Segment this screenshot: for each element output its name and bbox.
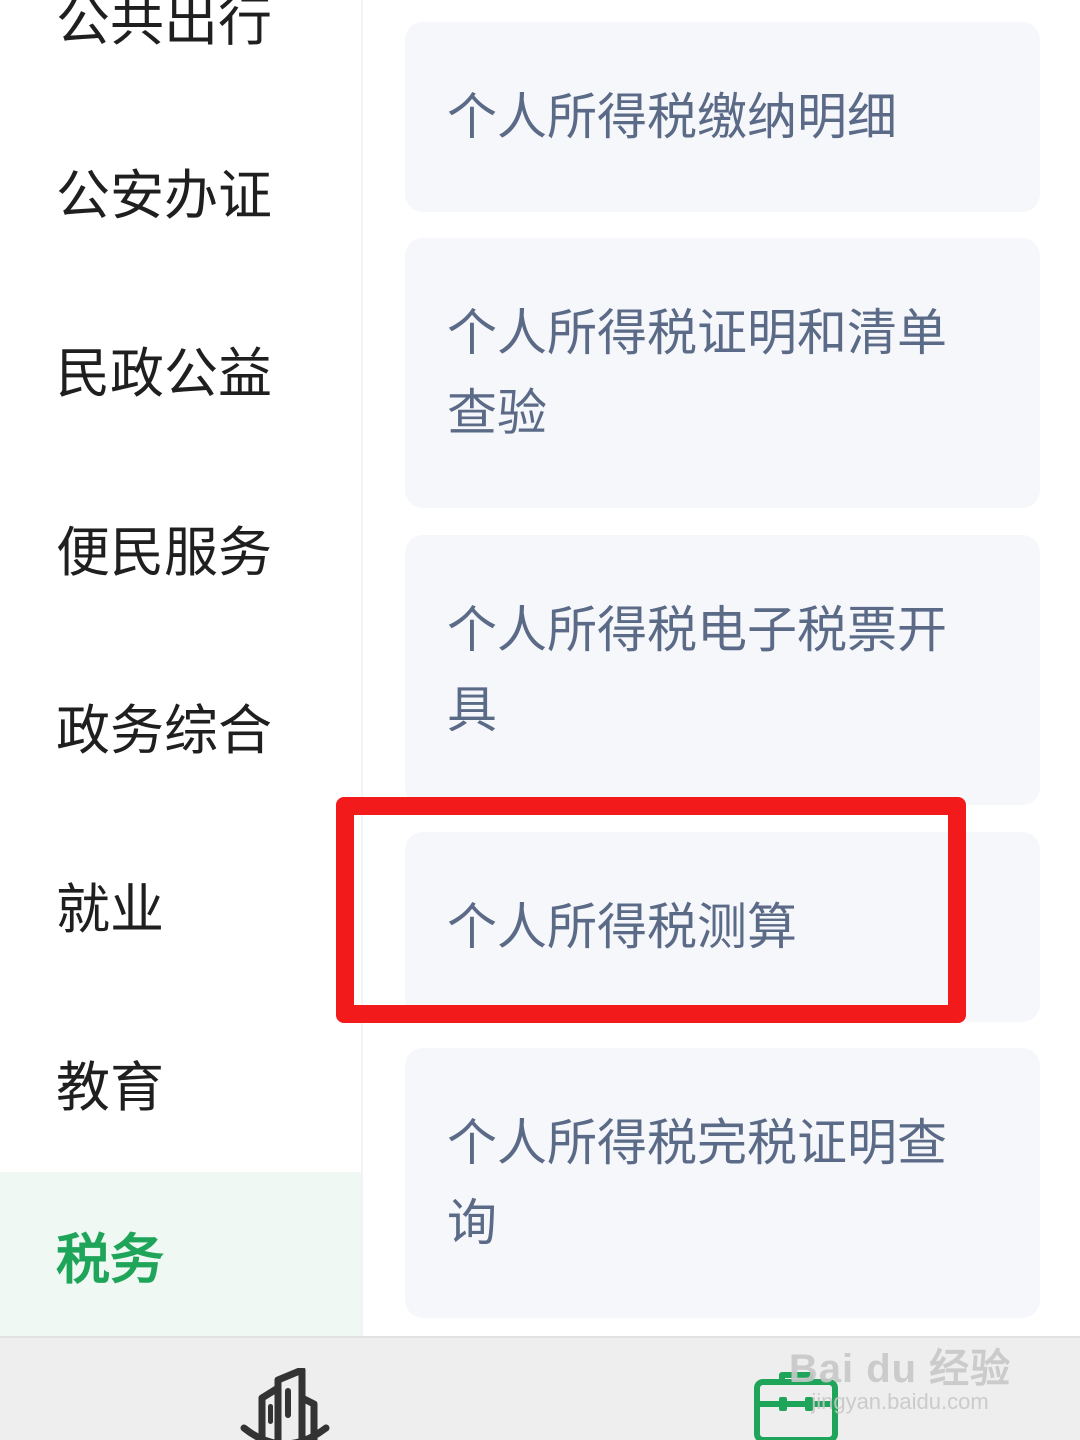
sidebar-item-label: 民政公益 <box>56 341 272 405</box>
bottom-tab-bar: Bai du 经验 jingyan.baidu.com <box>0 1336 1080 1440</box>
sidebar-item-employment[interactable]: 就业 <box>0 815 361 993</box>
watermark-logo: Bai du 经验 <box>788 1347 1012 1391</box>
sidebar-item-label: 政务综合 <box>56 698 272 762</box>
sidebar-item-label: 就业 <box>56 877 164 941</box>
sidebar-item-government-general[interactable]: 政务综合 <box>0 636 361 814</box>
tab-city-services[interactable] <box>240 1366 330 1440</box>
sidebar-item-public-transport[interactable]: 公共出行 <box>0 0 361 105</box>
sidebar-item-education[interactable]: 教育 <box>0 993 361 1171</box>
service-card-label: 个人所得税电子税票开具 <box>447 601 947 739</box>
sidebar-item-label: 教育 <box>56 1055 164 1119</box>
app-screen: 公共出行 公安办证 民政公益 便民服务 政务综合 就业 教育 税务 个人所得税缴… <box>0 0 1080 1440</box>
sidebar-item-convenience-services[interactable]: 便民服务 <box>0 458 361 636</box>
sidebar-item-label: 公安办证 <box>56 163 272 227</box>
service-card-label: 个人所得税完税证明查询 <box>447 1114 947 1252</box>
sidebar-item-label: 税务 <box>56 1227 164 1291</box>
city-building-icon <box>240 1366 330 1440</box>
service-card-tax-certificate-verification[interactable]: 个人所得税证明和清单查验 <box>405 238 1040 508</box>
service-card-tax-payment-details[interactable]: 个人所得税缴纳明细 <box>405 22 1040 212</box>
briefcase-icon <box>753 1372 839 1440</box>
service-card-tax-clearance-query[interactable]: 个人所得税完税证明查询 <box>405 1048 1040 1318</box>
sidebar-item-police-certificates[interactable]: 公安办证 <box>0 101 361 279</box>
highlight-annotation <box>336 797 966 1023</box>
sidebar-item-label: 便民服务 <box>56 520 272 584</box>
service-card-label: 个人所得税缴纳明细 <box>447 88 897 146</box>
sidebar-item-civil-affairs[interactable]: 民政公益 <box>0 279 361 457</box>
watermark-url: jingyan.baidu.com <box>811 1389 989 1414</box>
sidebar-item-tax[interactable]: 税务 <box>0 1172 361 1336</box>
sidebar-item-label: 公共出行 <box>56 0 272 53</box>
category-sidebar: 公共出行 公安办证 民政公益 便民服务 政务综合 就业 教育 税务 <box>0 0 363 1336</box>
baidu-jingyan-watermark: Bai du 经验 jingyan.baidu.com <box>780 1348 1020 1414</box>
service-card-e-tax-receipt[interactable]: 个人所得税电子税票开具 <box>405 535 1040 805</box>
service-card-label: 个人所得税证明和清单查验 <box>447 304 947 442</box>
service-list: 个人所得税缴纳明细 个人所得税证明和清单查验 个人所得税电子税票开具 个人所得税… <box>363 0 1080 1336</box>
